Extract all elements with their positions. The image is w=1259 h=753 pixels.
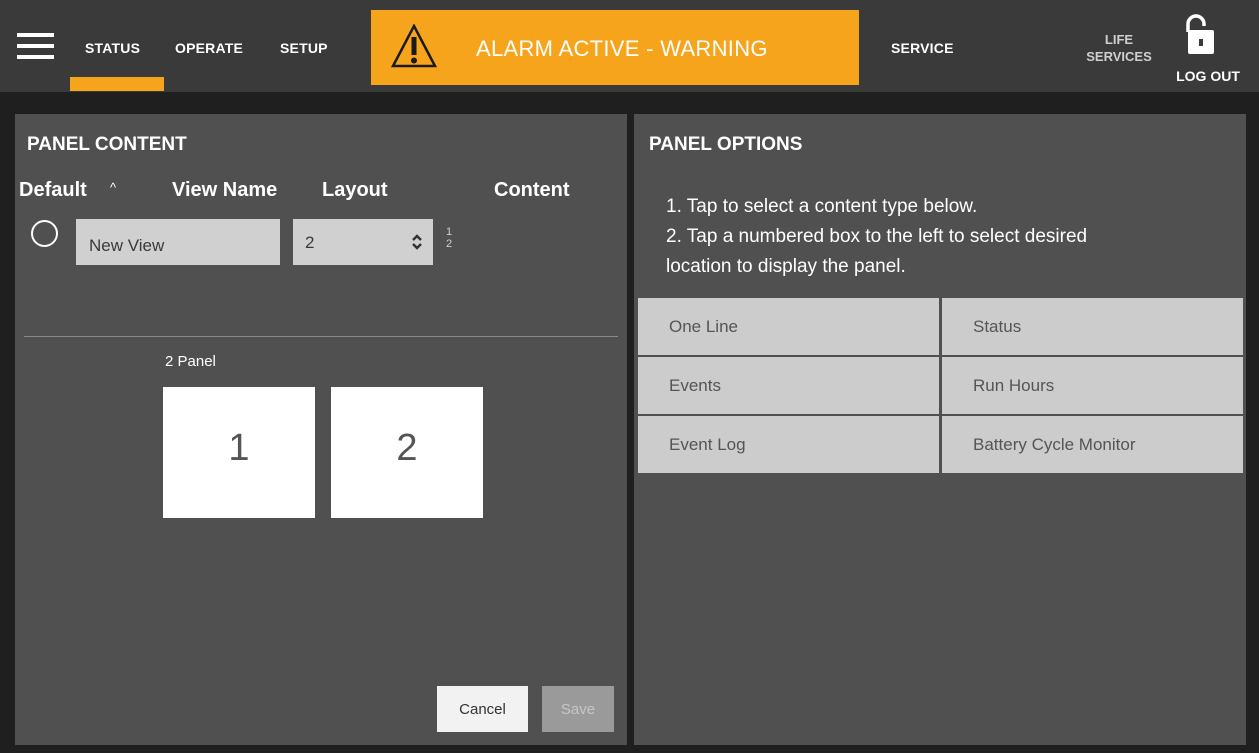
column-header-layout: Layout (322, 179, 388, 201)
logout-button[interactable]: LOG OUT (1170, 12, 1246, 90)
nav-tab-status[interactable]: STATUS (85, 40, 140, 56)
default-view-radio[interactable] (31, 220, 58, 247)
save-button[interactable]: Save (542, 686, 614, 732)
option-one-line[interactable]: One Line (638, 298, 939, 355)
panel-options-section: PANEL OPTIONS 1. Tap to select a content… (634, 114, 1246, 745)
view-name-input[interactable] (76, 219, 280, 265)
option-label: Status (973, 317, 1022, 336)
panel-slot-number: 1 (228, 427, 250, 469)
option-label: Event Log (669, 435, 746, 454)
content-slot-number: 1 (446, 226, 453, 238)
layout-select-value: 2 (305, 233, 315, 252)
nav-tab-operate[interactable]: OPERATE (175, 40, 243, 56)
column-header-default[interactable]: Default (19, 179, 87, 202)
cancel-button[interactable]: Cancel (437, 686, 528, 732)
option-events[interactable]: Events (638, 357, 939, 414)
instruction-step-2-continued: location to display the panel. (666, 256, 906, 277)
content-type-options: One Line Status Events Run Hours Event L… (638, 298, 1243, 473)
option-label: Events (669, 376, 721, 395)
panel-slot-number: 2 (396, 427, 418, 469)
unlocked-lock-icon (1186, 14, 1214, 54)
panel-slot-2[interactable]: 2 (331, 387, 483, 518)
panel-content-section: PANEL CONTENT Default ^ View Name Layout… (15, 114, 627, 745)
nav-tab-life-services[interactable]: LIFE SERVICES (1086, 31, 1152, 65)
logout-label: LOG OUT (1176, 68, 1240, 84)
top-nav-bar: STATUS OPERATE SETUP ALARM ACTIVE - WARN… (0, 0, 1259, 92)
layout-caption: 2 Panel (165, 353, 216, 370)
option-run-hours[interactable]: Run Hours (942, 357, 1243, 414)
nav-tab-setup[interactable]: SETUP (280, 40, 328, 56)
active-tab-indicator (70, 77, 164, 91)
instruction-step-2: 2. Tap a numbered box to the left to sel… (666, 226, 1088, 247)
life-services-label-line2: SERVICES (1086, 49, 1152, 64)
panel-slot-1[interactable]: 1 (163, 387, 315, 518)
alarm-status-text: ALARM ACTIVE - WARNING (476, 36, 768, 61)
panel-content-title: PANEL CONTENT (27, 134, 187, 155)
section-divider (24, 336, 618, 337)
option-status[interactable]: Status (942, 298, 1243, 355)
layout-select[interactable]: 2 (293, 219, 433, 265)
content-slot-number: 2 (446, 238, 453, 250)
column-header-view-name: View Name (172, 179, 278, 201)
column-header-content: Content (494, 179, 570, 201)
option-label: Battery Cycle Monitor (973, 435, 1136, 454)
warning-icon (391, 24, 437, 68)
life-services-label-line1: LIFE (1104, 32, 1134, 47)
option-label: Run Hours (973, 376, 1055, 395)
instruction-step-1: 1. Tap to select a content type below. (666, 196, 978, 217)
sort-caret-icon[interactable]: ^ (110, 180, 116, 195)
option-battery-cycle-monitor[interactable]: Battery Cycle Monitor (942, 416, 1243, 473)
option-label: One Line (669, 317, 738, 336)
panel-options-title: PANEL OPTIONS (649, 134, 803, 155)
nav-tab-service[interactable]: SERVICE (891, 40, 954, 56)
chevron-up-down-icon (412, 234, 422, 250)
option-event-log[interactable]: Event Log (638, 416, 939, 473)
hamburger-menu-icon[interactable] (14, 27, 58, 67)
alarm-banner[interactable]: ALARM ACTIVE - WARNING (371, 10, 859, 85)
